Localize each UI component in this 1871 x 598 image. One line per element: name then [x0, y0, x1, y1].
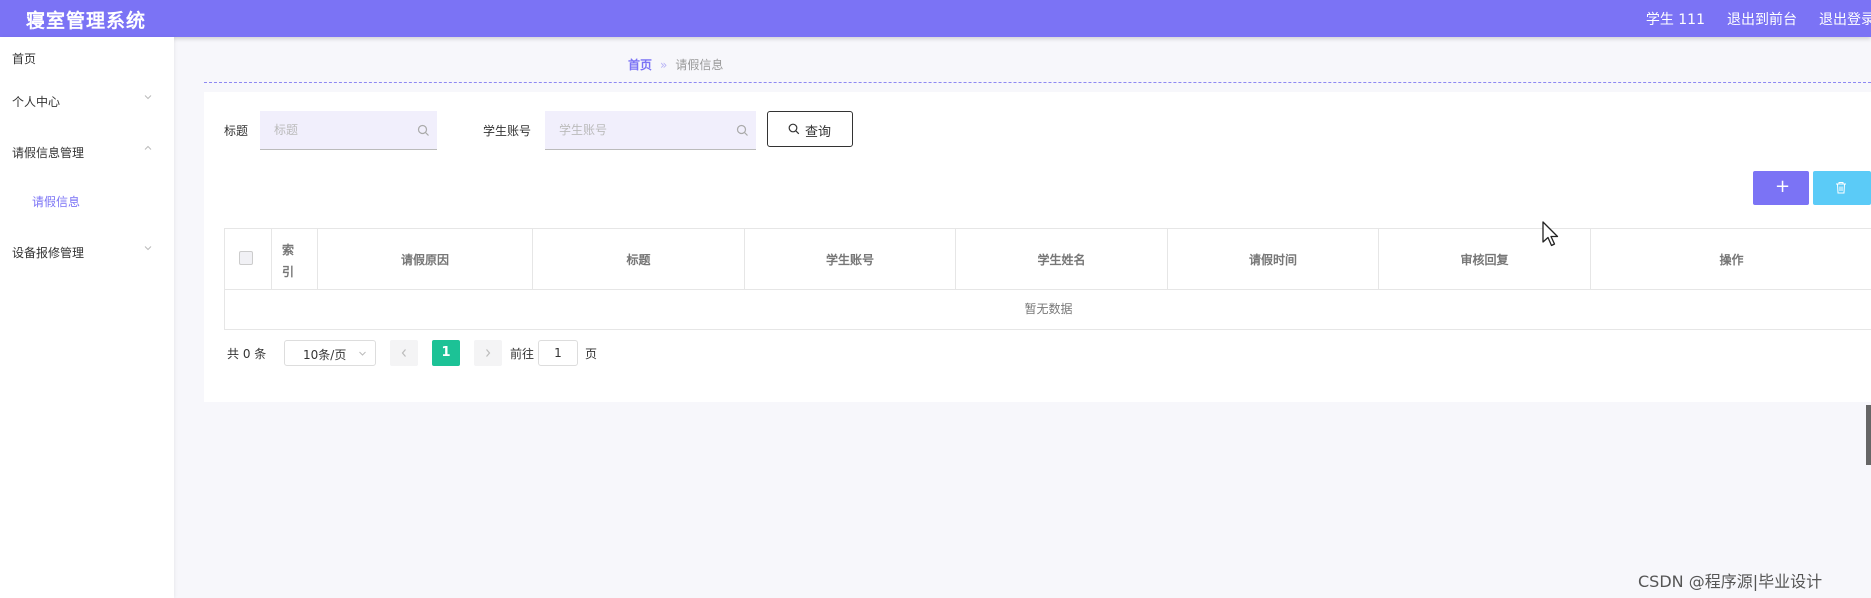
account-search-input[interactable] — [559, 111, 709, 149]
chevron-down-icon — [144, 246, 152, 251]
table-header-title: 标题 — [533, 229, 745, 289]
table-header-label: 请假原因 — [400, 253, 449, 267]
table-header-index: 索 引 — [272, 229, 318, 289]
breadcrumb-separator: » — [660, 58, 668, 72]
title-search-input[interactable] — [274, 111, 424, 149]
sidebar-item-leave-management[interactable]: 请假信息管理 — [0, 131, 174, 171]
title-search-field — [260, 111, 437, 150]
prev-page-button[interactable] — [390, 340, 418, 366]
delete-button[interactable] — [1813, 171, 1871, 205]
table-header-label: 请假时间 — [1248, 253, 1297, 267]
next-page-button[interactable] — [474, 340, 502, 366]
chevron-left-icon — [401, 349, 406, 357]
query-button[interactable]: 查询 — [767, 111, 853, 147]
table-header-index-line1: 索 — [282, 243, 295, 257]
chevron-up-icon — [144, 145, 152, 150]
mouse-cursor-icon — [1542, 221, 1559, 247]
table-header-time: 请假时间 — [1168, 229, 1379, 289]
table-empty-text: 暂无数据 — [1024, 302, 1073, 316]
breadcrumb: 首页 » 请假信息 — [204, 52, 1871, 83]
table-header-label: 操作 — [1719, 253, 1744, 267]
goto-unit: 页 — [585, 347, 598, 361]
breadcrumb-current: 请假信息 — [675, 58, 724, 72]
pagination-total: 共 0 条 — [227, 347, 267, 361]
chevron-down-icon — [359, 351, 366, 356]
trash-icon — [1836, 182, 1846, 194]
search-icon — [788, 123, 800, 135]
search-icon — [417, 124, 429, 136]
query-button-label: 查询 — [805, 125, 832, 140]
table-header-reason: 请假原因 — [318, 229, 533, 289]
logout-link[interactable]: 退出登录 — [1819, 9, 1871, 29]
goto-page-input[interactable]: 1 — [538, 340, 578, 366]
sidebar: 首页 个人中心 请假信息管理 请假信息 设备报修管理 — [0, 37, 174, 598]
table-header-index-line2: 引 — [282, 265, 295, 279]
top-right-links: 学生 111 退出到前台 退出登录 — [1646, 9, 1871, 29]
table-header-account: 学生账号 — [745, 229, 956, 289]
table-header-label: 标题 — [626, 253, 651, 267]
page-scrollbar[interactable] — [1866, 405, 1871, 465]
table-header-label: 学生姓名 — [1037, 253, 1086, 267]
table-header-label: 审核回复 — [1460, 253, 1509, 267]
sidebar-item-label: 请假信息 — [32, 195, 81, 209]
plus-icon: + — [1775, 176, 1791, 197]
user-name: 学生 111 — [1645, 12, 1705, 28]
sidebar-item-label: 设备报修管理 — [12, 246, 85, 260]
sidebar-item-label: 首页 — [12, 52, 37, 66]
account-search-field — [545, 111, 756, 150]
account-search-label: 学生账号 — [483, 124, 532, 138]
breadcrumb-home[interactable]: 首页 — [628, 58, 652, 72]
sidebar-item-label: 个人中心 — [12, 95, 61, 109]
goto-label: 前往 — [510, 347, 535, 361]
page-size-value: 10条/页 — [303, 348, 347, 362]
search-icon — [736, 124, 748, 136]
app-title: 寝室管理系统 — [26, 10, 147, 32]
table-header-name: 学生姓名 — [956, 229, 1168, 289]
page-size-select[interactable]: 10条/页 — [284, 340, 376, 366]
sidebar-item-leave-info[interactable]: 请假信息 — [0, 180, 174, 220]
sidebar-item-home[interactable]: 首页 — [0, 37, 174, 77]
table-header-label: 学生账号 — [825, 253, 874, 267]
table-header-operation: 操作 — [1591, 229, 1871, 289]
top-bar: 寝室管理系统 学生 111 退出到前台 退出登录 — [0, 0, 1871, 37]
page-number-1[interactable]: 1 — [432, 340, 460, 366]
table-header-checkbox-cell — [225, 229, 272, 289]
leave-table: 索 引 请假原因 标题 学生账号 学生姓名 请假时间 审核回复 操作 暂无数据 — [224, 228, 1871, 330]
sidebar-item-personal-center[interactable]: 个人中心 — [0, 80, 174, 120]
chevron-right-icon — [486, 349, 491, 357]
title-search-label: 标题 — [224, 124, 249, 138]
select-all-checkbox[interactable] — [239, 251, 253, 265]
chevron-down-icon — [144, 95, 152, 100]
sidebar-item-label: 请假信息管理 — [12, 146, 85, 160]
main-panel: 标题 学生账号 查询 + 索 引 请假原因 标题 学生账号 学生姓名 请假时间 … — [204, 92, 1871, 402]
add-button[interactable]: + — [1753, 171, 1809, 205]
watermark: CSDN @程序源|毕业设计 — [1638, 572, 1823, 591]
back-to-front-link[interactable]: 退出到前台 — [1727, 9, 1797, 29]
sidebar-item-repair-management[interactable]: 设备报修管理 — [0, 231, 174, 271]
